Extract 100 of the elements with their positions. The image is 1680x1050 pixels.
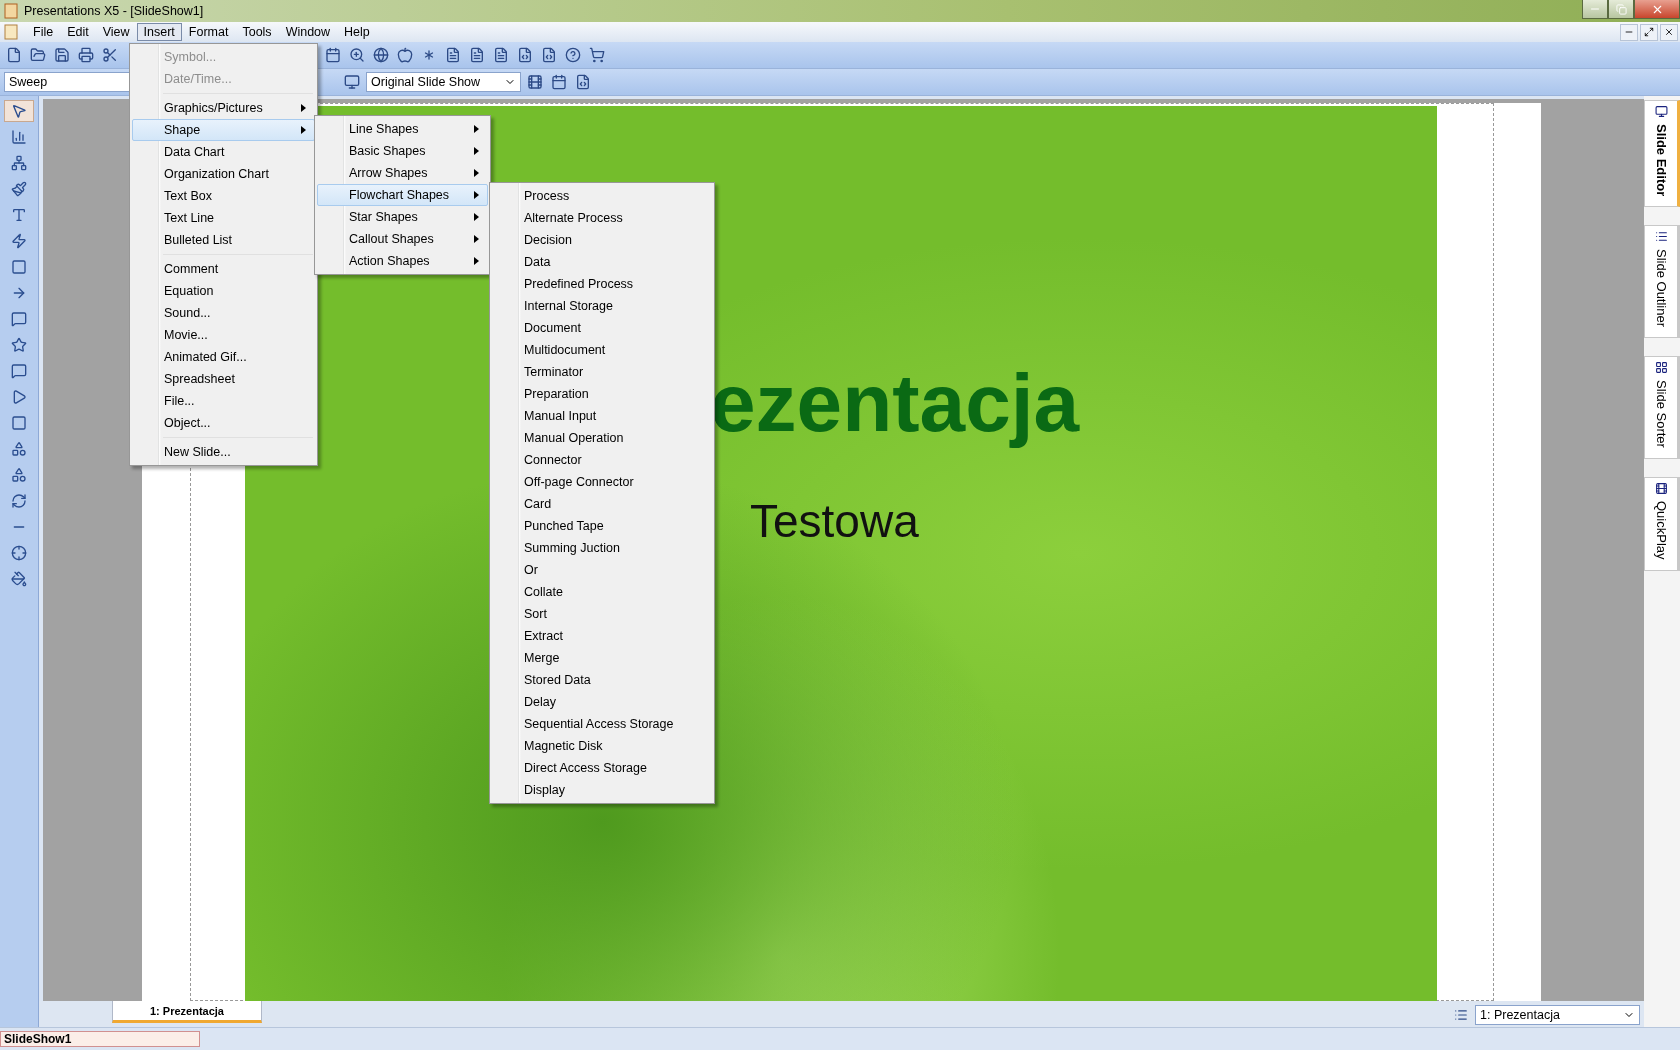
menu-item[interactable]: Window bbox=[278, 23, 338, 41]
menu-item[interactable]: Help bbox=[337, 23, 377, 41]
menu-item[interactable]: Format bbox=[181, 23, 236, 41]
menu-item[interactable]: Sound... bbox=[132, 302, 315, 324]
minimize-button[interactable] bbox=[1620, 23, 1638, 41]
submenu-arrow-icon bbox=[474, 235, 479, 243]
menu-item[interactable]: Object... bbox=[132, 412, 315, 434]
menu-item[interactable]: Connector bbox=[492, 449, 712, 471]
minimize-button[interactable] bbox=[1582, 0, 1608, 19]
menu-item[interactable]: Direct Access Storage bbox=[492, 757, 712, 779]
menu-item[interactable]: View bbox=[95, 23, 137, 41]
menu-item[interactable]: Collate bbox=[492, 581, 712, 603]
menu-item[interactable]: Summing Juction bbox=[492, 537, 712, 559]
menu-item[interactable]: Callout Shapes bbox=[317, 228, 488, 250]
menu-item[interactable]: Delay bbox=[492, 691, 712, 713]
close-button[interactable] bbox=[1660, 23, 1678, 41]
slide-subtitle: Testowa bbox=[750, 494, 919, 548]
window-title: Presentations X5 - [SlideShow1] bbox=[24, 4, 204, 18]
menu-item[interactable]: Manual Input bbox=[492, 405, 712, 427]
menu-item[interactable]: Or bbox=[492, 559, 712, 581]
menu-item[interactable]: Star Shapes bbox=[317, 206, 488, 228]
menu-item[interactable]: Comment bbox=[132, 258, 315, 280]
menu-item[interactable]: Insert bbox=[136, 23, 182, 41]
menu-item[interactable]: Sequential Access Storage bbox=[492, 713, 712, 735]
menu-item[interactable]: Merge bbox=[492, 647, 712, 669]
menu-item[interactable]: Graphics/Pictures bbox=[132, 97, 315, 119]
menu-item[interactable]: Card bbox=[492, 493, 712, 515]
menu-item[interactable]: Extract bbox=[492, 625, 712, 647]
submenu-arrow-icon bbox=[474, 213, 479, 221]
menu-item[interactable]: Document bbox=[492, 317, 712, 339]
menu-item[interactable]: Preparation bbox=[492, 383, 712, 405]
pointer-icon[interactable] bbox=[4, 100, 34, 122]
menu-item[interactable]: Tools bbox=[235, 23, 279, 41]
menu-item[interactable]: Equation bbox=[132, 280, 315, 302]
menu-item[interactable]: Internal Storage bbox=[492, 295, 712, 317]
submenu-arrow-icon bbox=[474, 147, 479, 155]
slide-select[interactable]: 1: Prezentacja bbox=[1475, 1005, 1640, 1025]
apple-icon[interactable] bbox=[395, 45, 415, 65]
view-tab[interactable]: QuickPlay bbox=[1644, 477, 1680, 571]
show-select[interactable]: Original Slide Show bbox=[366, 72, 521, 92]
slideshow-icon[interactable] bbox=[342, 72, 362, 92]
menu-item[interactable]: Terminator bbox=[492, 361, 712, 383]
view-tab[interactable]: Slide Editor bbox=[1644, 100, 1680, 208]
restore-button[interactable] bbox=[1640, 23, 1658, 41]
globe-icon[interactable] bbox=[371, 45, 391, 65]
calendar-icon[interactable] bbox=[323, 45, 343, 65]
menu-item[interactable]: Animated Gif... bbox=[132, 346, 315, 368]
menu-item[interactable]: Edit bbox=[60, 23, 96, 41]
view-icon bbox=[1654, 482, 1668, 496]
menu-item[interactable]: File bbox=[26, 23, 61, 41]
menu-item[interactable]: Multidocument bbox=[492, 339, 712, 361]
menu-item[interactable]: Predefined Process bbox=[492, 273, 712, 295]
app-logo-icon bbox=[4, 3, 18, 19]
slide-tab[interactable]: 1: Prezentacja bbox=[112, 1001, 262, 1023]
menu-item[interactable]: Spreadsheet bbox=[132, 368, 315, 390]
menu-item[interactable]: Organization Chart bbox=[132, 163, 315, 185]
menu-item[interactable]: Data Chart bbox=[132, 141, 315, 163]
menu-item[interactable]: New Slide... bbox=[132, 441, 315, 463]
menu-item[interactable]: Off-page Connector bbox=[492, 471, 712, 493]
menu-item[interactable]: Decision bbox=[492, 229, 712, 251]
menu-item[interactable]: Text Line bbox=[132, 207, 315, 229]
menu-item[interactable]: Stored Data bbox=[492, 669, 712, 691]
view-icon bbox=[1654, 361, 1668, 375]
view-tab[interactable]: Slide Sorter bbox=[1644, 356, 1680, 460]
view-tab[interactable]: Slide Outliner bbox=[1644, 225, 1680, 339]
menu-item[interactable]: Basic Shapes bbox=[317, 140, 488, 162]
menu-item[interactable]: File... bbox=[132, 390, 315, 412]
submenu-arrow-icon bbox=[474, 125, 479, 133]
menu-item[interactable]: Punched Tape bbox=[492, 515, 712, 537]
slide-title: ezentacja bbox=[710, 356, 1080, 450]
menu-item[interactable]: Bulleted List bbox=[132, 229, 315, 251]
menu-item[interactable]: Arrow Shapes bbox=[317, 162, 488, 184]
menu-item[interactable]: Movie... bbox=[132, 324, 315, 346]
view-icon bbox=[1654, 230, 1668, 244]
menu-item[interactable]: Action Shapes bbox=[317, 250, 488, 272]
status-text: SlideShow1 bbox=[0, 1031, 200, 1047]
menu-item[interactable]: Line Shapes bbox=[317, 118, 488, 140]
restore-icon bbox=[1644, 27, 1654, 37]
menu-item[interactable]: Process bbox=[492, 185, 712, 207]
menu-item[interactable]: Data bbox=[492, 251, 712, 273]
menu-item[interactable]: Text Box bbox=[132, 185, 315, 207]
document-icon bbox=[4, 24, 18, 40]
restore-icon bbox=[1615, 3, 1627, 15]
shopping-cart-icon[interactable] bbox=[587, 45, 607, 65]
menu-item[interactable]: Display bbox=[492, 779, 712, 801]
submenu-arrow-icon bbox=[474, 169, 479, 177]
help-icon[interactable] bbox=[563, 45, 583, 65]
submenu-arrow-icon bbox=[474, 257, 479, 265]
save-icon[interactable] bbox=[52, 45, 72, 65]
menu-item[interactable]: Flowchart Shapes bbox=[317, 184, 488, 206]
menu-item[interactable]: Magnetic Disk bbox=[492, 735, 712, 757]
submenu-arrow-icon bbox=[474, 191, 479, 199]
menu-item[interactable]: Manual Operation bbox=[492, 427, 712, 449]
view-icon bbox=[1654, 105, 1668, 118]
menu-item[interactable]: Shape bbox=[132, 119, 315, 141]
menu-item[interactable]: Sort bbox=[492, 603, 712, 625]
maximize-button[interactable] bbox=[1608, 0, 1634, 19]
menu-item[interactable]: Alternate Process bbox=[492, 207, 712, 229]
close-icon bbox=[1664, 27, 1674, 37]
print-icon[interactable] bbox=[76, 45, 96, 65]
